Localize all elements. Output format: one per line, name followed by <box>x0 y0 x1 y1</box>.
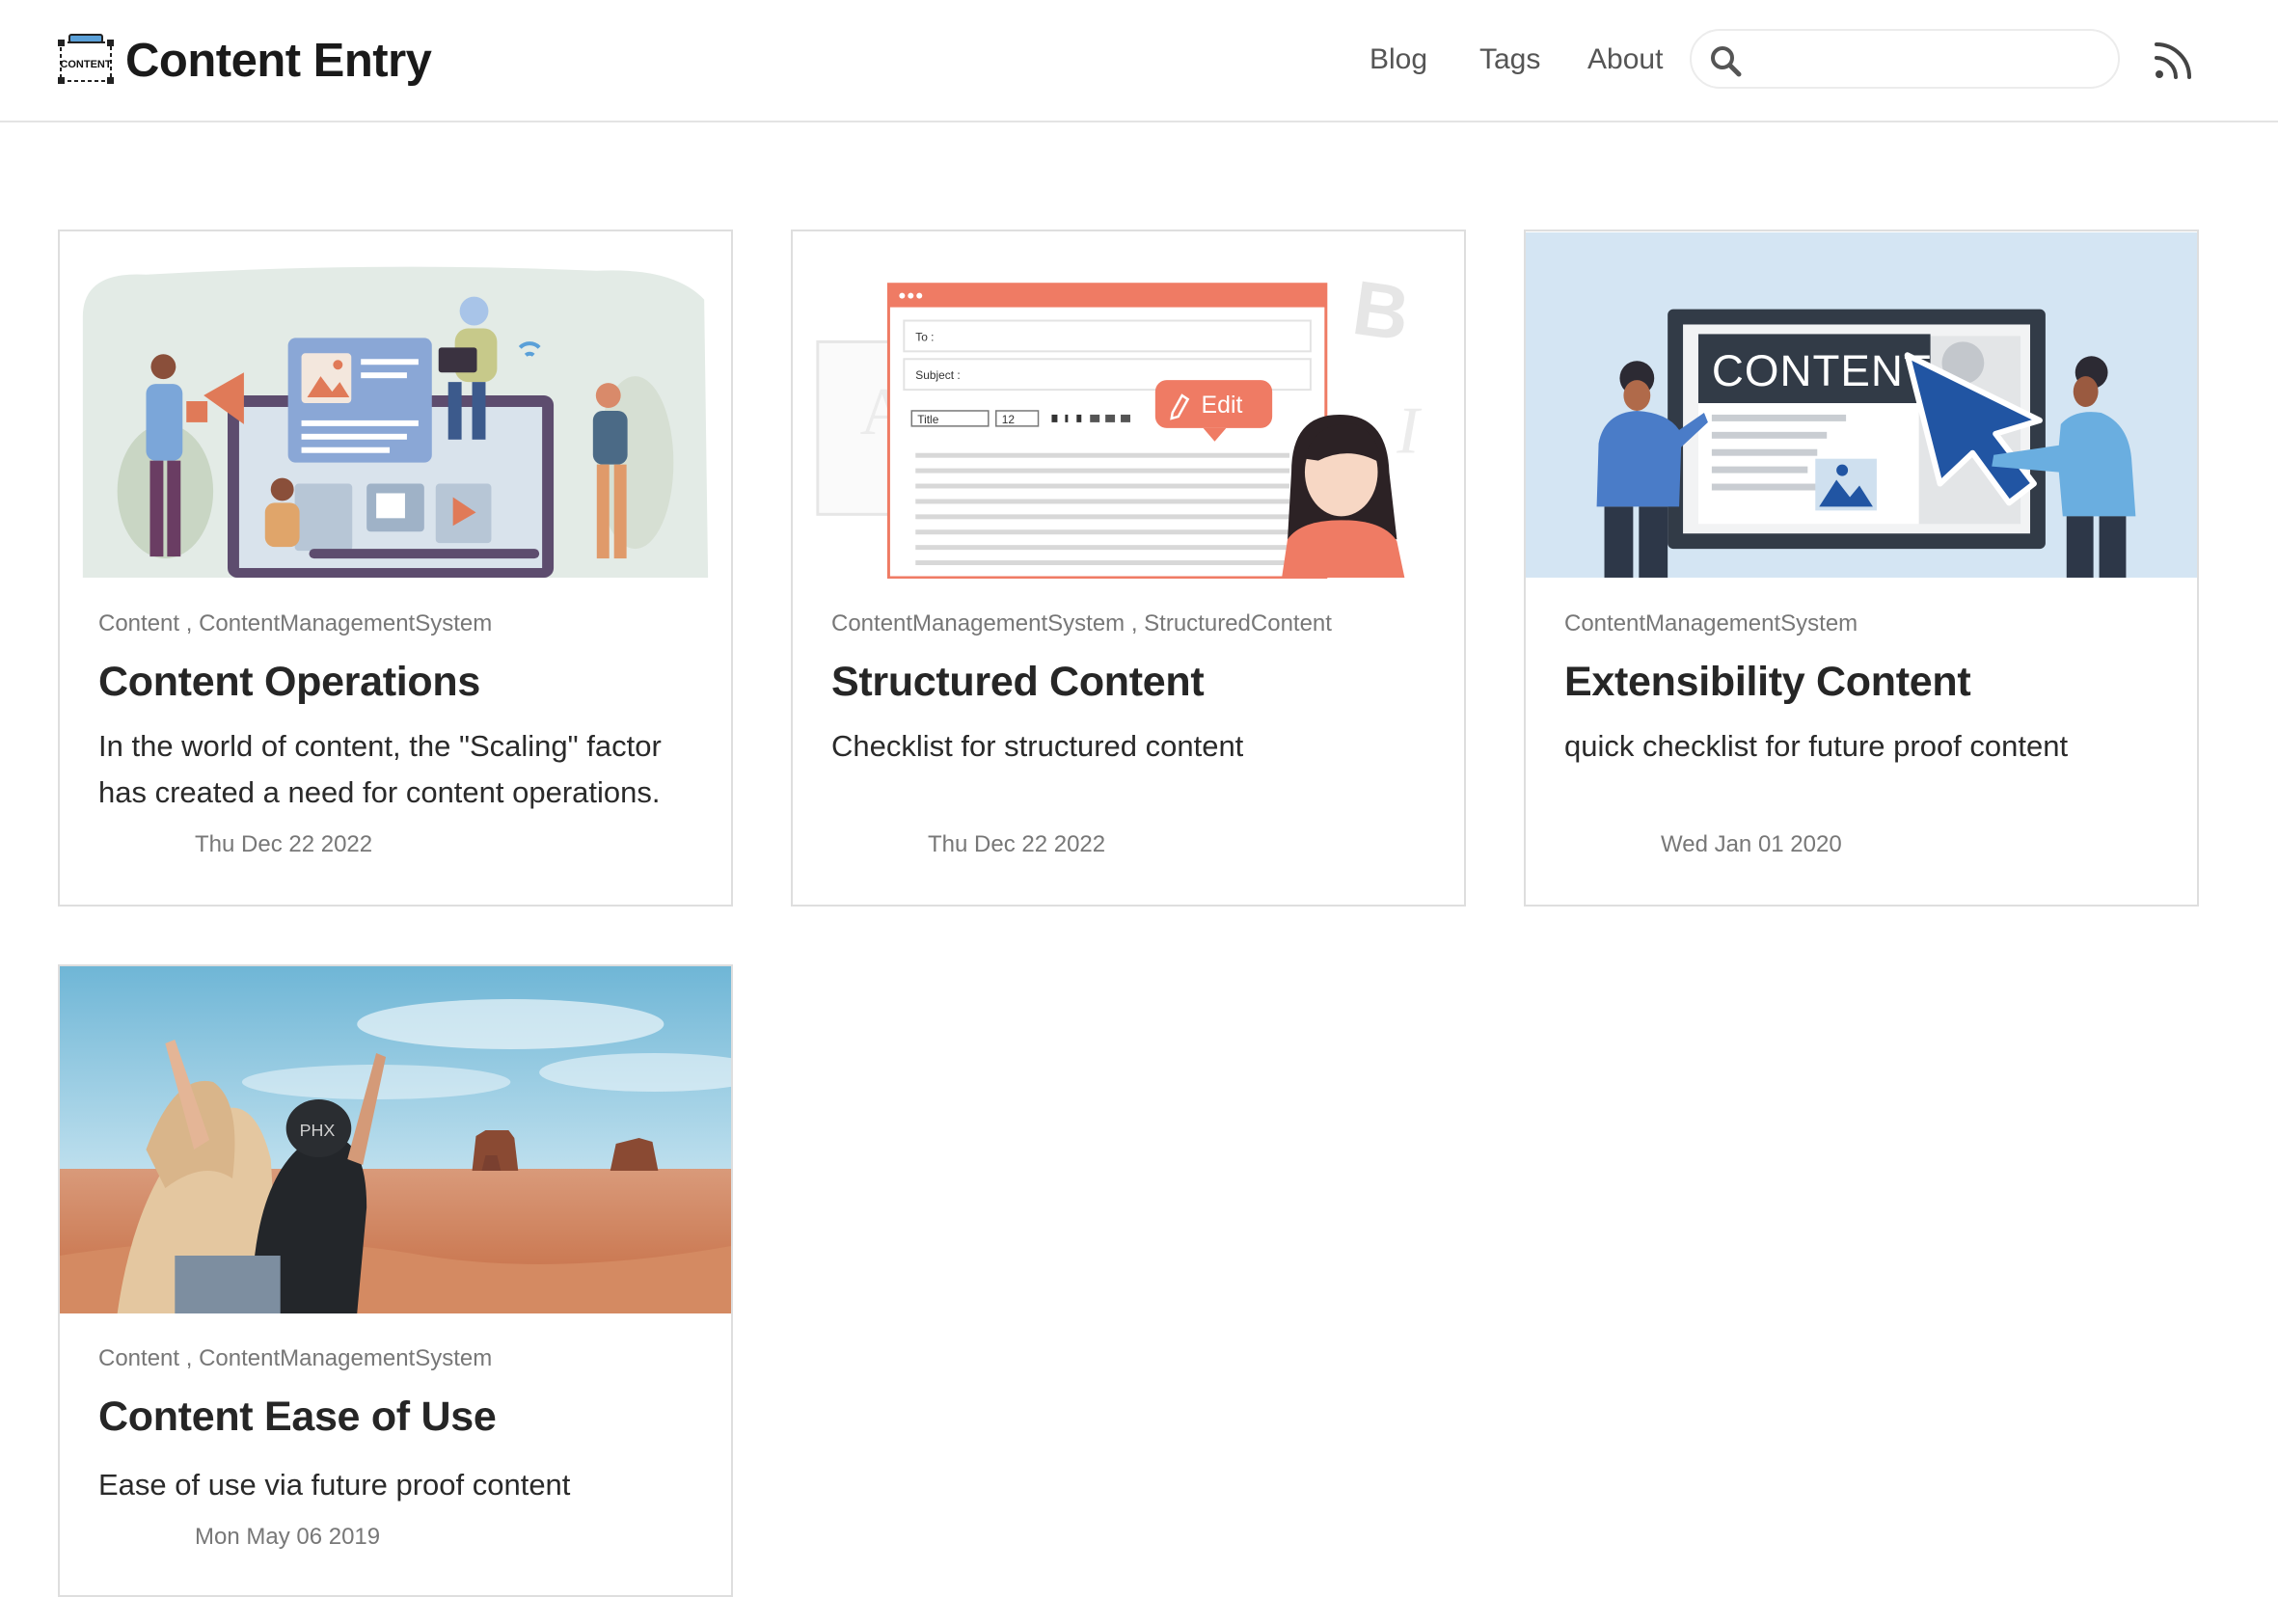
logo-text: CONTENT <box>60 59 111 70</box>
rss-icon[interactable] <box>2153 39 2195 81</box>
nav-blog[interactable]: Blog <box>1370 39 1427 81</box>
cap-text: PHX <box>300 1121 336 1140</box>
post-date: Wed Jan 01 2020 <box>1661 831 1842 857</box>
search-icon <box>1711 46 1742 77</box>
desert-photo: PHX <box>60 966 731 1313</box>
post-tags[interactable]: ContentManagementSystem <box>1564 609 1858 639</box>
site-title[interactable]: Content Entry <box>125 31 432 91</box>
site-header: CONTENT Content Entry Blog Tags About <box>0 0 2278 122</box>
post-tags[interactable]: Content , ContentManagementSystem <box>98 1343 492 1374</box>
post-title[interactable]: Structured Content <box>831 656 1205 708</box>
post-date: Thu Dec 22 2022 <box>195 831 373 857</box>
post-description: Ease of use via future proof content <box>98 1468 571 1502</box>
content-banner-text: CONTENT <box>1712 346 1932 395</box>
search-box[interactable] <box>1690 29 2120 89</box>
post-date: Mon May 06 2019 <box>195 1524 381 1550</box>
post-card[interactable]: A B I To : Subject : Title 12 Edit Conte… <box>791 230 1466 907</box>
size-select: 12 <box>1002 413 1016 426</box>
extensibility-content-illustration: CONTENT <box>1526 232 2197 578</box>
post-description: quick checklist for future proof content <box>1564 729 2069 763</box>
nav-tags[interactable]: Tags <box>1479 39 1540 81</box>
post-description: In the world of content, the "Scaling" f… <box>98 729 662 809</box>
post-card[interactable]: CONTENT ContentManagementSystem Extensib… <box>1524 230 2199 907</box>
content-operations-illustration <box>60 232 731 578</box>
post-tags[interactable]: Content , ContentManagementSystem <box>98 609 492 639</box>
letter-b: B <box>1347 264 1414 357</box>
post-card[interactable]: PHX Content , ContentManagementSystem Co… <box>58 964 733 1597</box>
nav-about[interactable]: About <box>1587 39 1663 81</box>
format-select: Title <box>917 413 938 426</box>
edit-label: Edit <box>1202 392 1243 419</box>
post-tags[interactable]: ContentManagementSystem , StructuredCont… <box>831 609 1332 639</box>
post-date: Thu Dec 22 2022 <box>928 831 1106 857</box>
subject-label: Subject : <box>915 368 960 382</box>
post-description: Checklist for structured content <box>831 729 1244 763</box>
letter-i: I <box>1396 394 1422 469</box>
post-title[interactable]: Content Ease of Use <box>98 1391 497 1443</box>
logo-icon[interactable]: CONTENT <box>56 33 116 93</box>
search-input[interactable] <box>1755 41 2106 81</box>
post-card[interactable]: Content , ContentManagementSystem Conten… <box>58 230 733 907</box>
structured-content-illustration: A B I To : Subject : Title 12 Edit <box>793 232 1464 579</box>
to-label: To : <box>915 330 934 343</box>
post-title[interactable]: Extensibility Content <box>1564 656 1971 708</box>
post-title[interactable]: Content Operations <box>98 656 480 708</box>
